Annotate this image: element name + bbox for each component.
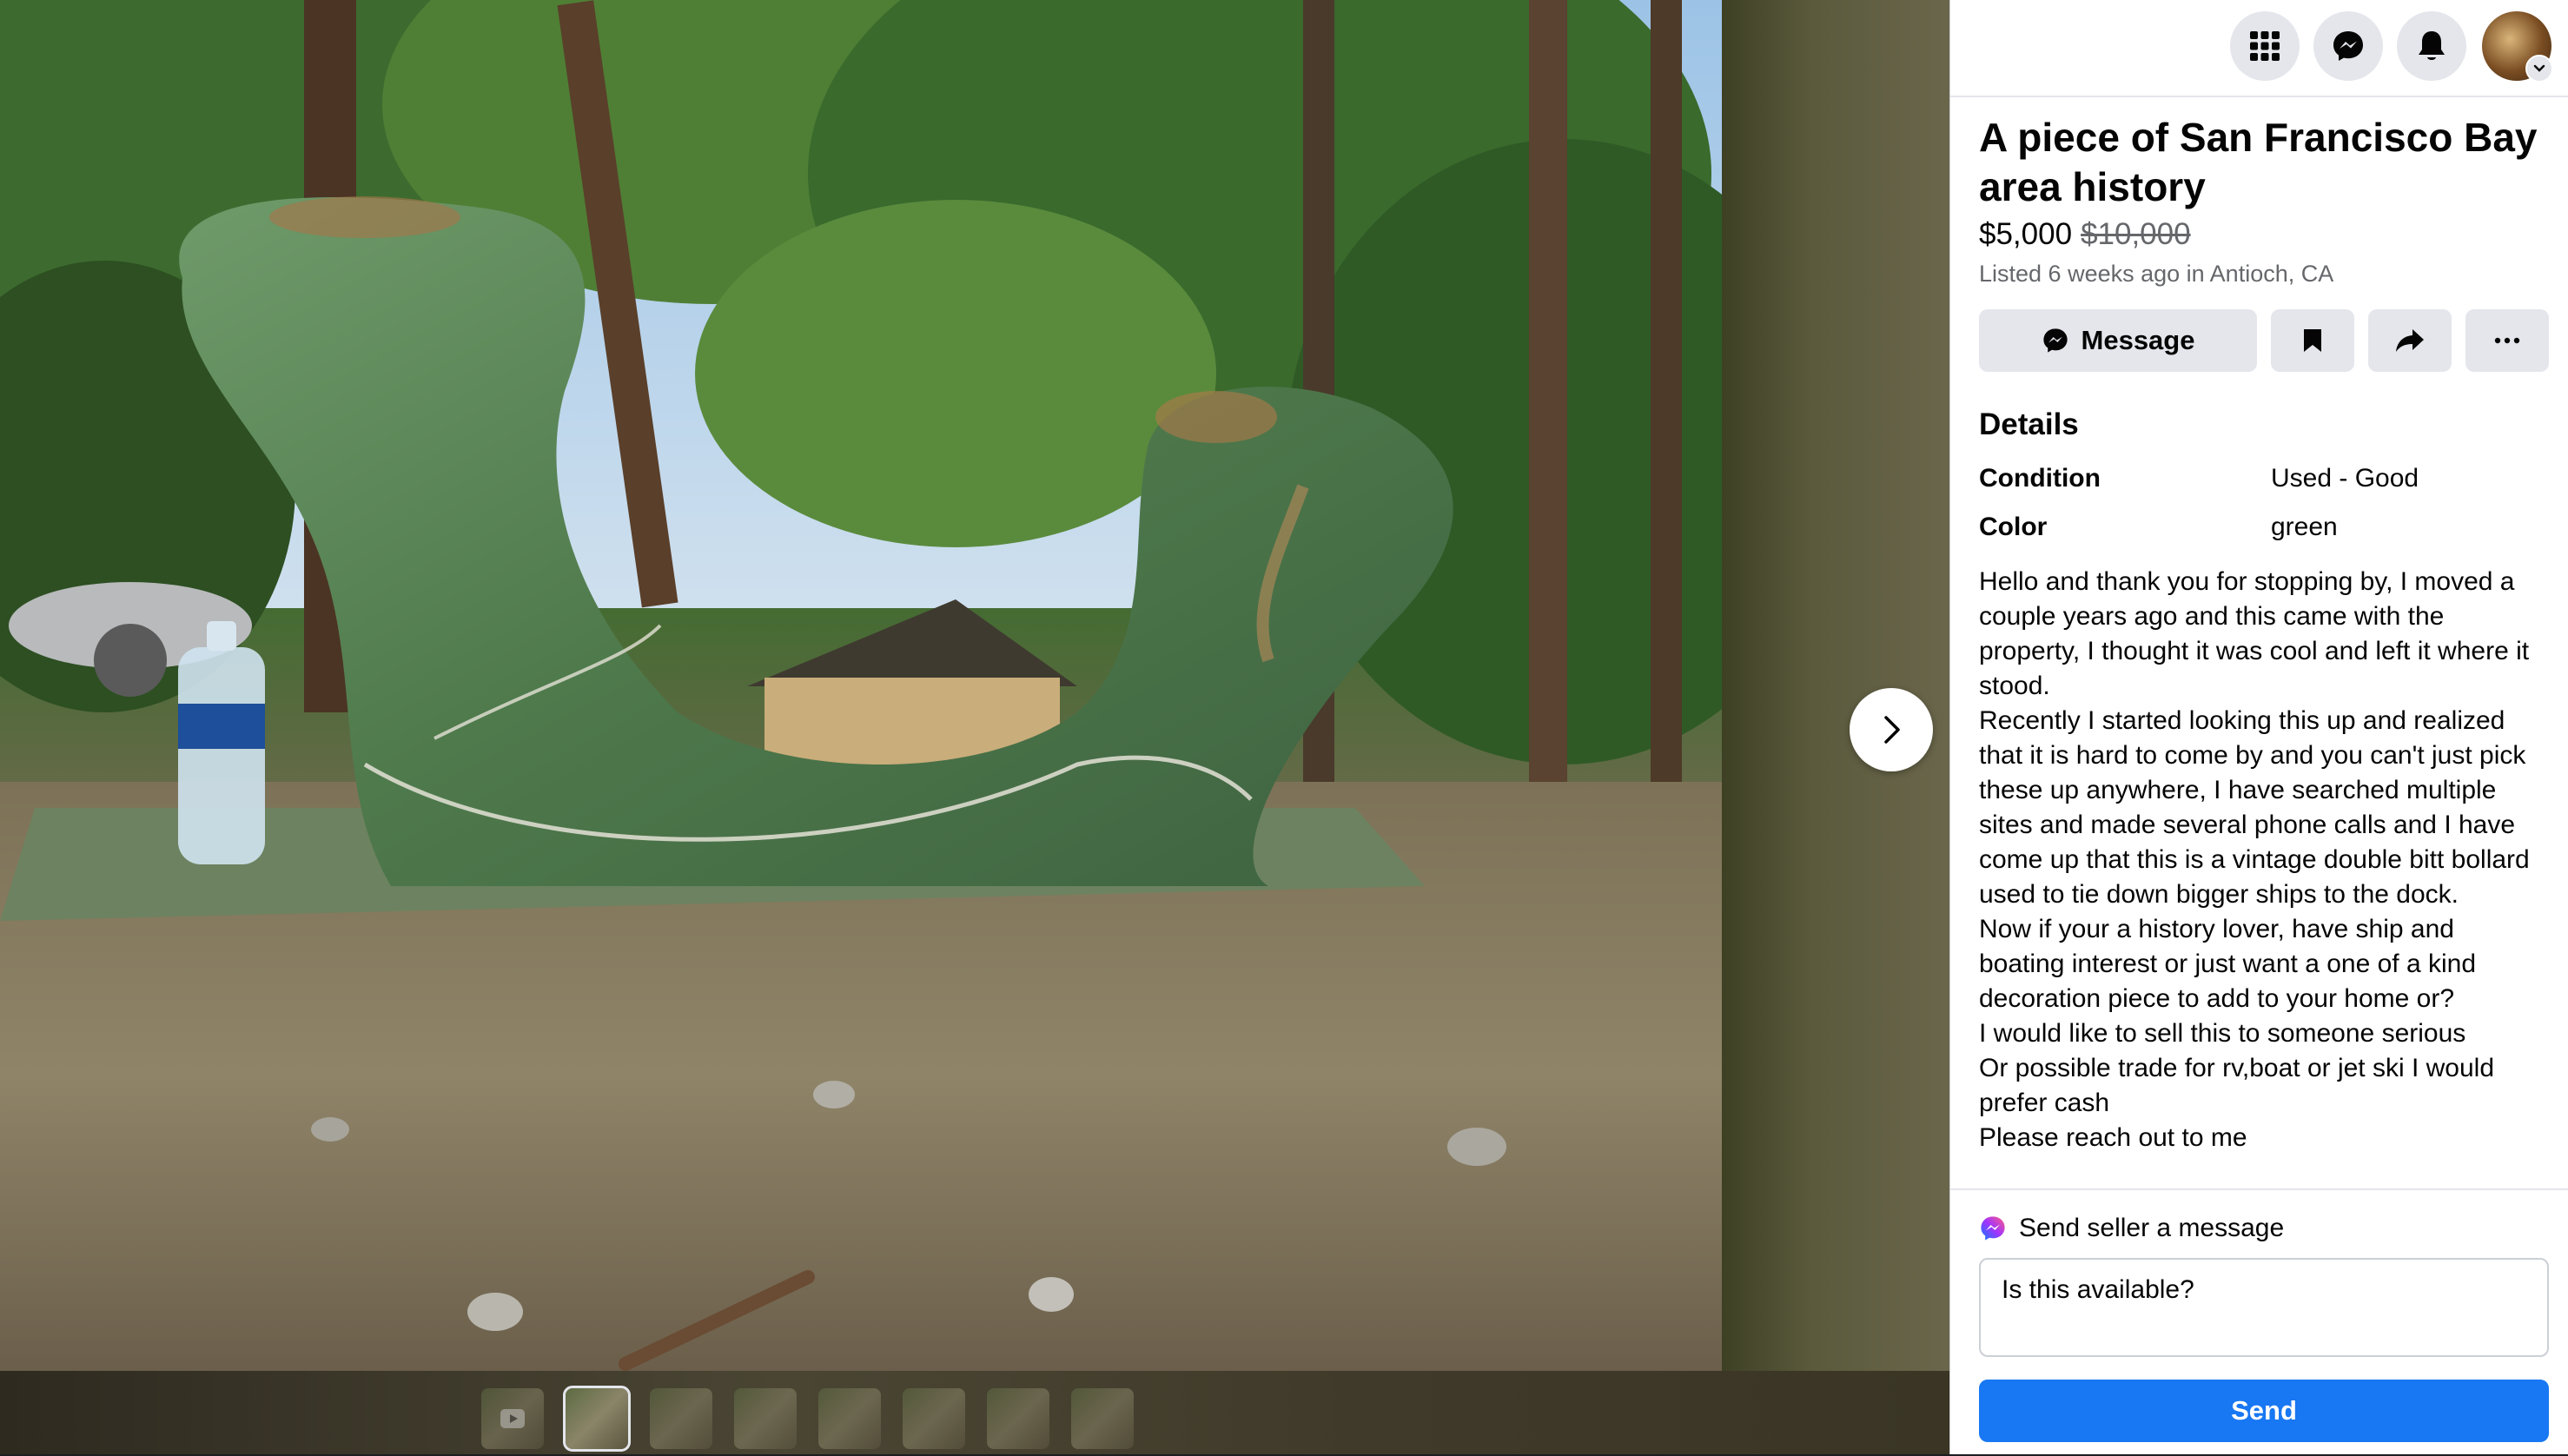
send-message-section: Send seller a message Is this available?… bbox=[1950, 1188, 2568, 1456]
notifications-button[interactable] bbox=[2397, 11, 2466, 81]
original-price: $10,000 bbox=[2081, 217, 2191, 251]
send-message-label: Send seller a message bbox=[2019, 1214, 2285, 1242]
description-paragraph: Or possible trade for rv,boat or jet ski… bbox=[1979, 1054, 2495, 1117]
messenger-icon bbox=[2333, 31, 2363, 61]
listing-price: $5,000 $10,000 bbox=[1979, 217, 2191, 252]
menu-button[interactable] bbox=[2230, 11, 2300, 81]
chevron-right-icon bbox=[1884, 716, 1900, 744]
detail-value: green bbox=[2271, 513, 2338, 541]
share-icon bbox=[2396, 329, 2424, 352]
thumbnail[interactable] bbox=[903, 1388, 965, 1449]
photo-illustration bbox=[0, 0, 1722, 1371]
profile-avatar[interactable] bbox=[2482, 11, 2553, 83]
thumbnail[interactable] bbox=[650, 1388, 712, 1449]
chevron-down-icon bbox=[2525, 55, 2553, 83]
thumbnail[interactable] bbox=[1071, 1388, 1134, 1449]
bookmark-icon bbox=[2304, 329, 2321, 352]
thumbnail[interactable] bbox=[734, 1388, 797, 1449]
description-paragraph: I would like to sell this to someone ser… bbox=[1979, 1019, 2466, 1048]
messenger-icon bbox=[1981, 1216, 2005, 1241]
current-price: $5,000 bbox=[1979, 217, 2073, 251]
send-message-header: Send seller a message bbox=[1979, 1214, 2284, 1243]
thumbnail-strip bbox=[481, 1386, 1134, 1452]
share-button[interactable] bbox=[2368, 309, 2452, 372]
thumbnail-active[interactable] bbox=[563, 1386, 631, 1452]
messenger-button[interactable] bbox=[2313, 11, 2383, 81]
listing-description: Hello and thank you for stopping by, I m… bbox=[1979, 565, 2544, 1190]
description-paragraph: Hello and thank you for stopping by, I m… bbox=[1979, 567, 2530, 700]
thumbnail[interactable] bbox=[987, 1388, 1049, 1449]
media-viewer bbox=[0, 0, 1949, 1454]
thumbnail[interactable] bbox=[818, 1388, 881, 1449]
listing-details-panel: A piece of San Francisco Bay area histor… bbox=[1949, 0, 2568, 1454]
next-photo-button[interactable] bbox=[1850, 688, 1933, 771]
detail-label: Color bbox=[1979, 513, 2048, 541]
listing-photo bbox=[0, 0, 1722, 1371]
video-play-icon bbox=[500, 1409, 525, 1428]
description-paragraph: Now if your a history lover, have ship a… bbox=[1979, 915, 2477, 1013]
description-paragraph: Please reach out to me bbox=[1979, 1123, 2247, 1152]
more-options-button[interactable] bbox=[2465, 309, 2549, 372]
message-button[interactable]: Message bbox=[1979, 309, 2257, 372]
top-navigation bbox=[1950, 0, 2568, 97]
detail-value: Used - Good bbox=[2271, 464, 2419, 493]
listing-meta: Listed 6 weeks ago in Antioch, CA bbox=[1979, 261, 2334, 287]
save-button[interactable] bbox=[2271, 309, 2354, 372]
message-input[interactable]: Is this available? bbox=[1979, 1258, 2549, 1357]
notifications-icon bbox=[2419, 31, 2445, 60]
listing-title: A piece of San Francisco Bay area histor… bbox=[1979, 115, 2538, 209]
menu-grid-icon bbox=[2250, 31, 2280, 61]
message-button-label: Message bbox=[2081, 325, 2195, 355]
messenger-icon bbox=[2042, 328, 2068, 353]
details-heading: Details bbox=[1979, 407, 2079, 441]
more-icon bbox=[2494, 337, 2520, 344]
detail-label: Condition bbox=[1979, 464, 2101, 493]
description-paragraph: Recently I started looking this up and r… bbox=[1979, 706, 2530, 909]
thumbnail-video[interactable] bbox=[481, 1388, 544, 1449]
send-button[interactable]: Send bbox=[1979, 1380, 2549, 1442]
